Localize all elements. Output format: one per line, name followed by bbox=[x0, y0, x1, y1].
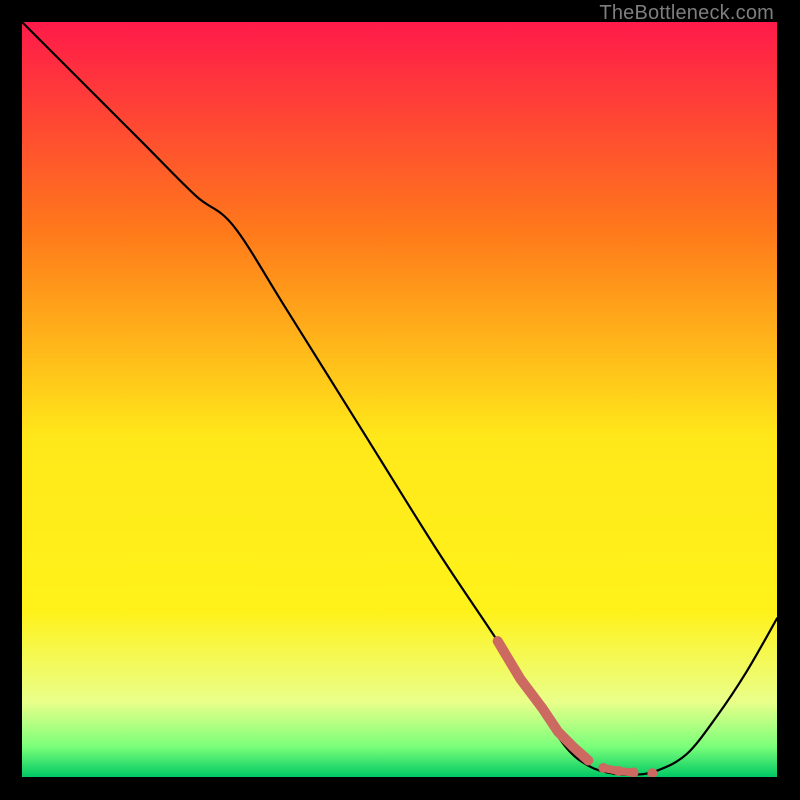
highlight-dot bbox=[629, 767, 639, 777]
watermark-text: TheBottleneck.com bbox=[599, 2, 774, 25]
highlight-dot bbox=[583, 755, 593, 765]
chart-canvas bbox=[22, 22, 777, 777]
chart-frame bbox=[22, 22, 777, 777]
